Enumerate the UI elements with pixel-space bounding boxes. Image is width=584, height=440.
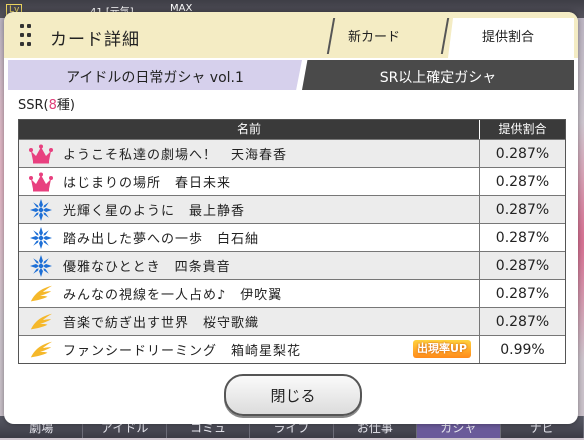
rate-cell: 0.287% [495, 257, 550, 274]
rarity-heading: SSR(8種) [18, 94, 75, 113]
tab-divider [440, 18, 450, 54]
table-body: ようこそ私達の劇場へ！ 天海春香 0.287% はじまりの場所 春日未来 0.287%… [19, 139, 565, 363]
gacha-subtabs: アイドルの日常ガシャ vol.1 SR以上確定ガシャ [8, 60, 574, 90]
crown-icon [29, 170, 53, 194]
dialog-title: カード詳細 [50, 30, 140, 50]
card-name: 音楽で紡ぎ出す世界 桜守歌織 [63, 316, 260, 331]
snowflake-icon [29, 226, 53, 250]
name-cell: 優雅なひととき 四条貴音 [19, 252, 480, 279]
name-cell: ファンシードリーミング 箱崎星梨花 出現率UP [19, 336, 480, 363]
rate-cell: 0.287% [495, 285, 550, 302]
name-cell: 踏み出した夢への一歩 白石紬 [19, 224, 480, 251]
table-row: ファンシードリーミング 箱崎星梨花 出現率UP 0.99% [19, 335, 565, 363]
rate-cell: 0.287% [495, 229, 550, 246]
table-row: 優雅なひととき 四条貴音 0.287% [19, 251, 565, 279]
card-name: 優雅なひととき 四条貴音 [63, 260, 231, 275]
rarity-count: 8 [48, 98, 57, 113]
rate-table: 名前 提供割合 ようこそ私達の劇場へ！ 天海春香 0.287% はじまりの場所 春日… [18, 119, 566, 364]
rate-cell: 0.287% [495, 313, 550, 330]
wing-icon [29, 282, 53, 306]
subtab-daily-gacha[interactable]: アイドルの日常ガシャ vol.1 [8, 67, 302, 87]
card-name: 踏み出した夢への一歩 白石紬 [63, 232, 260, 247]
wing-icon [29, 310, 53, 334]
column-header-name: 名前 [19, 120, 480, 139]
table-row: 踏み出した夢への一歩 白石紬 0.287% [19, 223, 565, 251]
card-name: ようこそ私達の劇場へ！ 天海春香 [63, 148, 288, 163]
card-name: みんなの視線を一人占め♪ 伊吹翼 [63, 288, 283, 303]
name-cell: 光輝く星のように 最上静香 [19, 196, 480, 223]
name-cell: はじまりの場所 春日未来 [19, 168, 480, 195]
crown-icon [29, 142, 53, 166]
card-name: はじまりの場所 春日未来 [63, 176, 232, 191]
rate-cell: 0.287% [495, 201, 550, 218]
table-header: 名前 提供割合 [19, 120, 565, 139]
table-row: みんなの視線を一人占め♪ 伊吹翼 0.287% [19, 279, 565, 307]
name-cell: みんなの視線を一人占め♪ 伊吹翼 [19, 280, 480, 307]
drag-handle-icon [20, 24, 32, 46]
dialog-header: カード詳細 新カード 提供割合 [4, 12, 578, 58]
table-row: ようこそ私達の劇場へ！ 天海春香 0.287% [19, 139, 565, 167]
card-name: ファンシードリーミング 箱崎星梨花 [63, 344, 302, 359]
card-name: 光輝く星のように 最上静香 [63, 204, 246, 219]
rate-cell: 0.287% [495, 145, 550, 162]
name-cell: 音楽で紡ぎ出す世界 桜守歌織 [19, 308, 480, 335]
column-header-rate: 提供割合 [498, 122, 547, 136]
table-row: はじまりの場所 春日未来 0.287% [19, 167, 565, 195]
rate-up-badge: 出現率UP [413, 340, 471, 358]
card-detail-dialog: カード詳細 新カード 提供割合 アイドルの日常ガシャ vol.1 SR以上確定ガ… [4, 12, 578, 424]
rate-cell: 0.99% [500, 341, 545, 358]
rarity-suffix: 種) [56, 98, 75, 113]
rate-cell: 0.287% [495, 173, 550, 190]
close-button[interactable]: 閉じる [224, 374, 362, 416]
wing-icon [29, 338, 53, 362]
tab-new-card[interactable]: 新カード [348, 26, 400, 45]
name-cell: ようこそ私達の劇場へ！ 天海春香 [19, 140, 480, 167]
tab-divider [326, 18, 336, 54]
table-row: 音楽で紡ぎ出す世界 桜守歌織 0.287% [19, 307, 565, 335]
snowflake-icon [29, 198, 53, 222]
table-row: 光輝く星のように 最上静香 0.287% [19, 195, 565, 223]
tab-provision-rate[interactable]: 提供割合 [482, 26, 534, 45]
rarity-label: SSR [18, 98, 44, 113]
subtab-sr-guaranteed[interactable]: SR以上確定ガシャ [302, 67, 574, 87]
snowflake-icon [29, 254, 53, 278]
